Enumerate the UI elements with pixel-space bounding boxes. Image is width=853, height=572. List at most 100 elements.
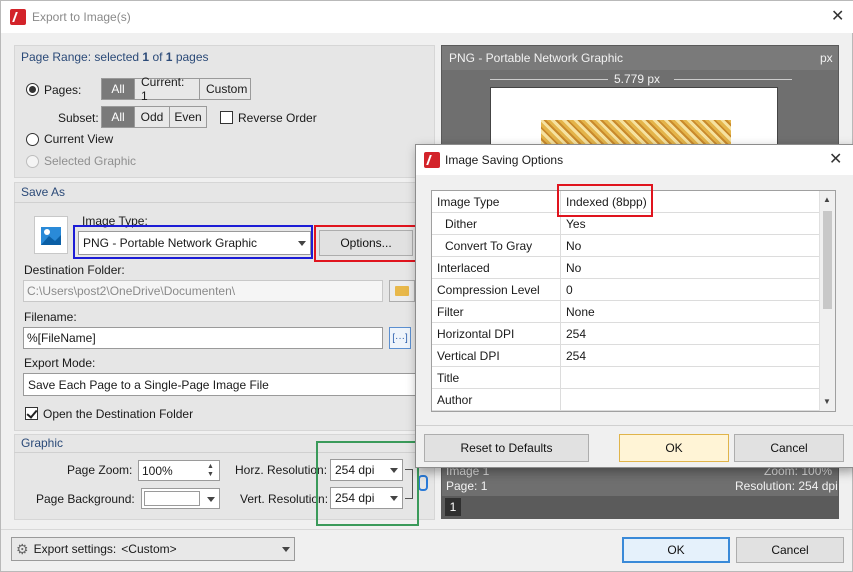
dialog-ok-button[interactable]: OK [619, 434, 729, 462]
property-value: No [566, 239, 582, 253]
divider [14, 202, 435, 203]
page-thumb-button[interactable]: 1 [445, 498, 461, 516]
macro-icon: [···] [392, 332, 408, 344]
open-folder-label: Open the Destination Folder [43, 407, 194, 421]
current-view-radio[interactable] [26, 133, 39, 146]
pages-custom-button[interactable]: Custom [200, 79, 250, 99]
dialog-title-bar: Image Saving Options ✕ [416, 145, 853, 175]
table-row[interactable]: Vertical DPI 254 [432, 345, 820, 367]
page-range-suffix: pages [172, 50, 209, 64]
preview-width-dimension: 5.779 px [614, 72, 661, 86]
page-range-heading: Page Range: selected 1 of 1 pages [21, 50, 209, 64]
subset-even-button[interactable]: Even [170, 107, 206, 127]
page-background-label: Page Background: [36, 492, 135, 506]
filename-label: Filename: [24, 310, 77, 324]
page-range-prefix: Page Range: selected [21, 50, 143, 64]
ok-button[interactable]: OK [622, 537, 730, 563]
title-bar: Export to Image(s) ✕ [1, 1, 853, 33]
dimension-line [674, 79, 792, 80]
property-value: 0 [566, 283, 573, 297]
table-row[interactable]: Horizontal DPI 254 [432, 323, 820, 345]
subset-all-button[interactable]: All [102, 107, 135, 127]
image-file-icon [34, 216, 68, 254]
preview-format-label: PNG - Portable Network Graphic [449, 51, 624, 65]
subset-odd-button[interactable]: Odd [135, 107, 170, 127]
dialog-close-icon[interactable]: ✕ [829, 152, 842, 168]
gear-icon: ⚙ [16, 540, 29, 557]
property-value: 254 [566, 349, 587, 363]
dialog-title: Image Saving Options [445, 153, 564, 167]
property-key: Horizontal DPI [437, 327, 515, 341]
property-key: Dither [445, 217, 478, 231]
property-key: Filter [437, 305, 464, 319]
graphic-heading: Graphic [21, 436, 64, 450]
property-key: Title [437, 371, 460, 385]
export-mode-select[interactable]: Save Each Page to a Single-Page Image Fi… [23, 373, 419, 396]
highlight-red-box [557, 184, 653, 217]
table-row[interactable]: Convert To Gray No [432, 235, 820, 257]
table-row[interactable]: Author [432, 389, 820, 411]
pages-label: Pages: [44, 83, 82, 97]
destination-folder-label: Destination Folder: [24, 263, 125, 277]
highlight-red-box [314, 225, 417, 262]
chain-link-icon[interactable] [418, 475, 428, 491]
property-value: No [566, 261, 582, 275]
export-window: Export to Image(s) ✕ Page Range: selecte… [0, 0, 853, 572]
browse-folder-button[interactable] [389, 280, 415, 302]
vertical-scrollbar[interactable]: ▲ ▼ [819, 191, 835, 411]
highlight-green-box [316, 441, 419, 526]
app-logo-icon [10, 9, 26, 25]
reverse-order-checkbox[interactable] [220, 111, 233, 124]
page-strip [442, 496, 838, 518]
open-folder-checkbox[interactable] [25, 407, 38, 420]
folder-icon [395, 286, 409, 296]
save-as-heading: Save As [21, 185, 66, 199]
property-key: Author [437, 393, 473, 407]
macro-insert-button[interactable]: [···] [389, 327, 411, 349]
image-saving-options-dialog: Image Saving Options ✕ Image Type Indexed… [415, 144, 853, 468]
subset-segment: All Odd Even [101, 106, 207, 128]
horz-resolution-label: Horz. Resolution: [235, 463, 328, 477]
chevron-down-icon [207, 496, 215, 502]
window-title: Export to Image(s) [32, 10, 131, 24]
filename-field[interactable]: %[FileName] [23, 327, 383, 349]
dialog-cancel-button[interactable]: Cancel [734, 434, 844, 462]
preview-resolution-label: Resolution: 254 dpi [735, 479, 838, 493]
property-key: Compression Level [437, 283, 540, 297]
property-key: Interlaced [437, 261, 490, 275]
scroll-up-icon[interactable]: ▲ [823, 195, 831, 204]
property-value: 254 [566, 327, 587, 341]
export-mode-value: Save Each Page to a Single-Page Image Fi… [28, 377, 269, 392]
color-swatch [144, 491, 200, 506]
export-settings-label: Export settings: [33, 542, 117, 556]
preview-unit-label: px [820, 51, 833, 65]
pages-current-button[interactable]: Current: 1 [135, 75, 200, 103]
scroll-down-icon[interactable]: ▼ [823, 397, 831, 406]
close-icon[interactable]: ✕ [831, 9, 844, 25]
export-mode-label: Export Mode: [24, 356, 96, 370]
pages-all-button[interactable]: All [102, 79, 135, 99]
property-value: Yes [566, 217, 586, 231]
scroll-thumb[interactable] [823, 211, 832, 309]
table-row[interactable]: Filter None [432, 301, 820, 323]
cancel-button[interactable]: Cancel [736, 537, 844, 563]
divider [1, 529, 852, 530]
page-background-select[interactable] [141, 488, 220, 509]
page-zoom-label: Page Zoom: [67, 463, 133, 477]
property-key: Vertical DPI [437, 349, 500, 363]
page-zoom-field[interactable]: 100% ▲ ▼ [138, 460, 220, 481]
pages-segment: All Current: 1 Custom [101, 75, 251, 103]
property-key: Convert To Gray [445, 239, 533, 253]
property-key: Image Type [437, 195, 500, 209]
pages-current-label: Current: 1 [141, 75, 185, 103]
table-row[interactable]: Compression Level 0 [432, 279, 820, 301]
export-settings-select[interactable]: ⚙ Export settings: <Custom> [11, 537, 295, 561]
selected-graphic-radio[interactable] [26, 155, 39, 168]
reset-defaults-button[interactable]: Reset to Defaults [424, 434, 589, 462]
table-row[interactable]: Title [432, 367, 820, 389]
spin-arrows-icon[interactable]: ▲ ▼ [207, 463, 216, 479]
current-view-label: Current View [44, 132, 114, 146]
destination-folder-field[interactable]: C:\Users\post2\OneDrive\Documenten\ [23, 280, 383, 302]
table-row[interactable]: Interlaced No [432, 257, 820, 279]
pages-radio[interactable] [26, 83, 39, 96]
